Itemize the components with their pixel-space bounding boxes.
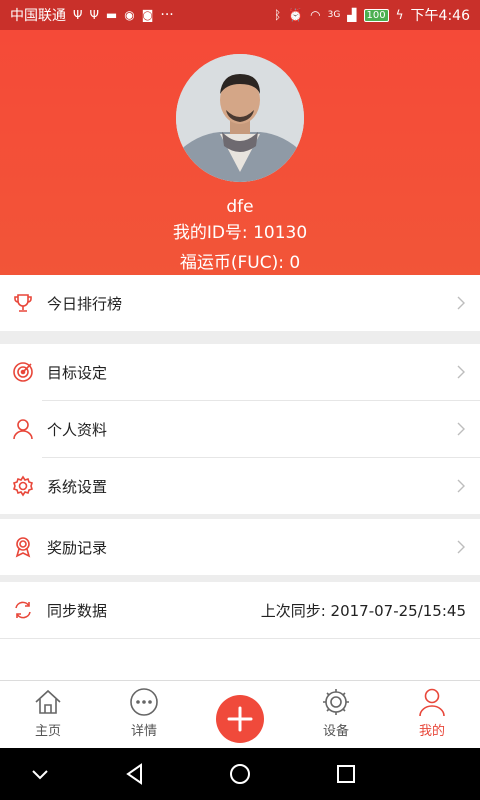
user-icon	[419, 688, 445, 717]
medal-icon	[11, 535, 35, 559]
clock: 下午4:46	[410, 8, 470, 24]
tab-label: 设备	[322, 724, 349, 739]
home-circle-icon[interactable]	[226, 760, 254, 788]
tab-mine[interactable]: 我的	[384, 681, 480, 749]
menu-item-label: 系统设置	[47, 477, 108, 496]
home-icon	[35, 689, 61, 714]
chevron-down-icon[interactable]	[26, 760, 54, 788]
chevron-right-icon	[457, 540, 465, 554]
carrier-label: 中国联通	[10, 8, 66, 24]
charging-icon: ϟ	[395, 8, 404, 22]
menu-item-sync[interactable]: 同步数据 上次同步: 2017-07-25/15:45	[0, 582, 480, 638]
divider	[0, 638, 480, 639]
user-id: 我的ID号: 10130	[172, 223, 308, 243]
menu-group-sync: 同步数据 上次同步: 2017-07-25/15:45	[0, 582, 480, 680]
more-dots-icon	[130, 688, 158, 716]
chevron-right-icon	[457, 422, 465, 436]
target-icon	[11, 360, 35, 384]
menu-item-ranking[interactable]: 今日排行榜	[0, 275, 480, 331]
more-notifications-icon: ···	[160, 7, 174, 23]
menu-item-label: 目标设定	[47, 363, 108, 382]
wifi-icon: ◠	[310, 8, 321, 22]
alarm-icon: ⏰	[288, 8, 304, 22]
username: dfe	[226, 197, 254, 217]
status-bar: 中国联通 Ψ Ψ ▬ ◉ ◙ ··· ᛒ ⏰ ◠ 3G ▟ 100 ϟ 下午4:…	[0, 0, 480, 30]
menu-item-label: 奖励记录	[47, 538, 108, 557]
menu-group-settings: 目标设定 个人资料 系统设置	[0, 344, 480, 514]
tab-label: 我的	[418, 724, 445, 739]
tab-label: 主页	[34, 724, 61, 739]
chevron-right-icon	[457, 296, 465, 310]
chevron-right-icon	[457, 365, 465, 379]
last-sync-time: 上次同步: 2017-07-25/15:45	[260, 601, 466, 620]
add-button[interactable]	[216, 695, 264, 743]
signal-icon: ▟	[347, 8, 357, 22]
trophy-icon	[11, 291, 35, 315]
avatar[interactable]	[176, 54, 304, 182]
battery-icon: 100	[363, 8, 389, 22]
recents-icon[interactable]	[332, 760, 360, 788]
menu-item-label: 同步数据	[47, 601, 108, 620]
menu-item-rewards[interactable]: 奖励记录	[0, 519, 480, 575]
sync-icon	[11, 598, 35, 622]
menu-item-label: 个人资料	[47, 420, 108, 439]
coin-balance: 福运币(FUC): 0	[179, 253, 301, 273]
menu-item-personal[interactable]: 个人资料	[0, 401, 480, 457]
back-icon[interactable]	[121, 760, 149, 788]
app-notification-icon: ◙	[141, 8, 154, 22]
menu-group-rewards: 奖励记录	[0, 519, 480, 575]
gear-icon	[11, 474, 35, 498]
menu-item-goal[interactable]: 目标设定	[0, 344, 480, 400]
menu-group-ranking: 今日排行榜	[0, 275, 480, 331]
tab-home[interactable]: 主页	[0, 681, 96, 749]
briefcase-icon: ▬	[105, 8, 118, 22]
tab-device[interactable]: 设备	[288, 681, 384, 749]
tab-details[interactable]: 详情	[96, 681, 192, 749]
usb-icon: Ψ	[89, 8, 99, 22]
person-icon	[11, 417, 35, 441]
network-type: 3G	[327, 9, 341, 20]
usb-icon: Ψ	[73, 8, 83, 22]
menu-item-settings[interactable]: 系统设置	[0, 458, 480, 514]
device-gear-icon	[323, 689, 349, 715]
system-nav-bar	[0, 748, 480, 800]
tab-label: 详情	[130, 724, 157, 739]
bluetooth-icon: ᛒ	[273, 8, 282, 22]
app-notification-icon: ◉	[124, 8, 135, 22]
menu-item-label: 今日排行榜	[47, 294, 123, 313]
chevron-right-icon	[457, 479, 465, 493]
profile-header: dfe 我的ID号: 10130 福运币(FUC): 0	[0, 30, 480, 275]
bottom-tab-bar: 主页 详情 设备 我的	[0, 680, 480, 748]
plus-icon	[227, 706, 253, 732]
